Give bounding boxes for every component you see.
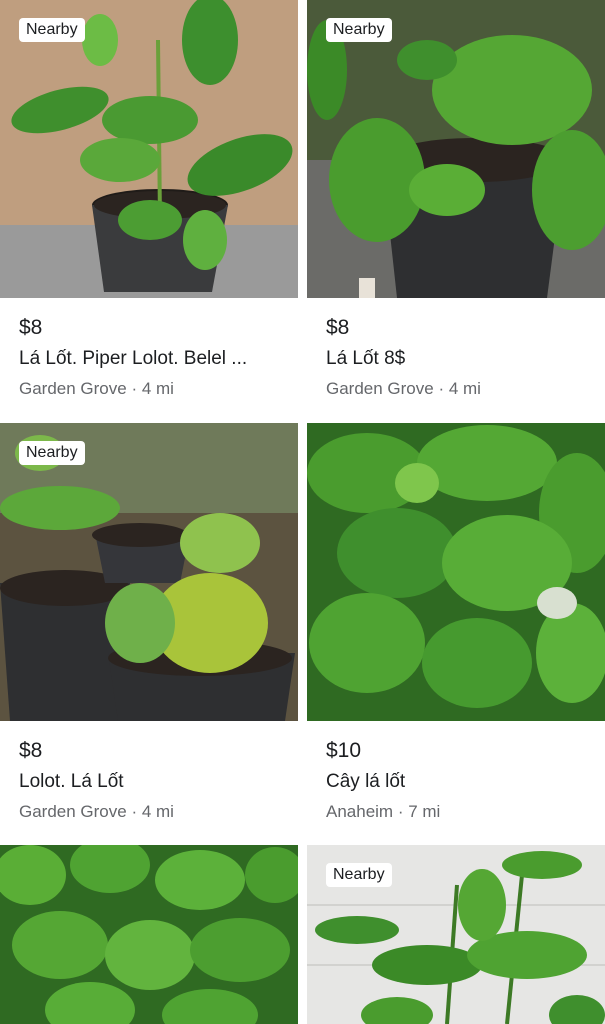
listing-location: Garden Grove · 4 mi [326,379,481,398]
listing-title: Lá Lốt. Piper Lolot. Belel ... [19,348,248,369]
listing-price: $8 [19,316,43,339]
nearby-badge: Nearby [326,18,392,42]
listing-photo: Nearby [307,845,605,1024]
listing-card[interactable]: Nearby $8 Lá Lốt. Piper Lolot. Belel ...… [0,0,298,410]
listing-location: Anaheim · 7 mi [326,802,441,821]
listing-location: Garden Grove · 4 mi [19,802,174,821]
nearby-badge: Nearby [19,441,85,465]
listing-title: Lá Lốt 8$ [326,348,406,369]
nearby-badge: Nearby [19,18,85,42]
listing-title: Lolot. Lá Lốt [19,771,124,792]
listing-photo [307,423,605,721]
listing-title: Cây lá lốt [326,771,406,792]
listing-card[interactable]: Nearby $8 Lá Lốt 8$ Garden Grove · 4 mi [307,0,605,410]
listing-photo: Nearby [0,0,298,298]
listing-price: $10 [326,739,362,762]
listing-photo [0,845,298,1024]
listing-price: $8 [326,316,350,339]
listing-card[interactable]: $10 Cây lá lốt Anaheim · 7 mi [307,423,605,833]
listing-photo: Nearby [307,0,605,298]
nearby-badge: Nearby [326,863,392,887]
listing-price: $8 [19,739,43,762]
listing-card[interactable]: Nearby $8 Lolot. Lá Lốt Garden Grove · 4… [0,423,298,833]
listing-photo: Nearby [0,423,298,721]
listing-card[interactable]: Nearby [307,845,605,1024]
listing-card[interactable] [0,845,298,1024]
listing-location: Garden Grove · 4 mi [19,379,174,398]
